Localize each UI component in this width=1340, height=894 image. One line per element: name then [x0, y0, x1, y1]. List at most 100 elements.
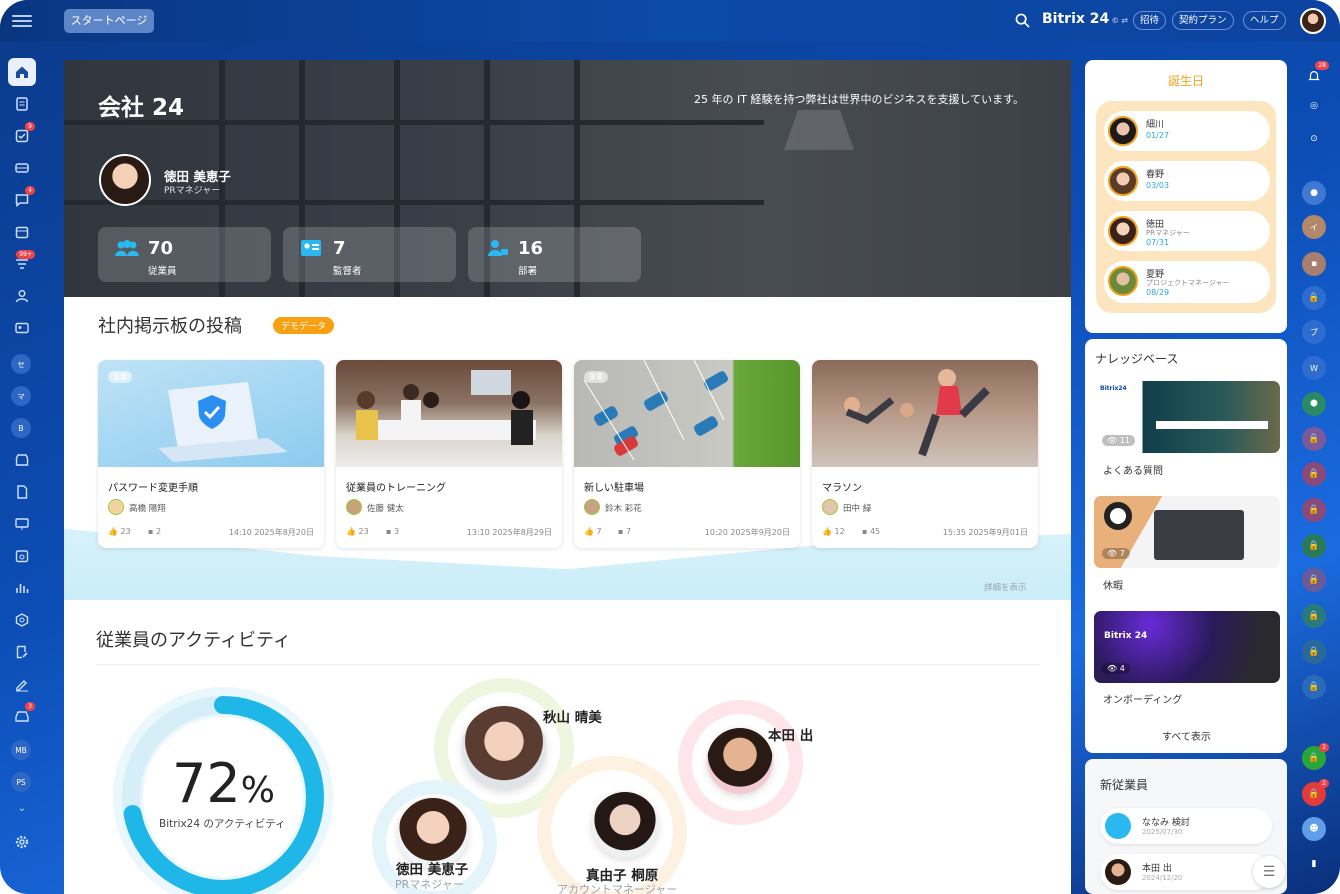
birthday-item[interactable]: 春野 03/03 [1104, 161, 1270, 201]
comment-count[interactable]: ▪ 3 [386, 527, 399, 536]
knowledge-item-label[interactable]: よくある質問 [1103, 462, 1163, 477]
post-title[interactable]: 従業員のトレーニング [346, 479, 446, 494]
like-count[interactable]: 👍 23 [108, 527, 131, 536]
document-icon[interactable] [8, 478, 36, 506]
post-author[interactable]: 佐藤 健太 [367, 502, 404, 514]
automation-icon[interactable] [8, 606, 36, 634]
like-count[interactable]: 👍 23 [346, 527, 369, 536]
help-button[interactable]: ヘルプ [1243, 11, 1286, 30]
knowledge-card-image[interactable]: Bitrix 24 👁 4 [1094, 611, 1280, 683]
employees-icon[interactable] [8, 282, 36, 310]
edit-doc-icon[interactable] [8, 638, 36, 666]
post-author[interactable]: 鈴木 彩花 [605, 502, 642, 514]
post-author[interactable]: 高橋 陽翔 [129, 502, 166, 514]
person-name[interactable]: 秋山 晴美 [543, 706, 602, 726]
analytics-icon[interactable] [8, 574, 36, 602]
spiral-icon[interactable]: ◎ [1302, 94, 1326, 118]
lock-icon[interactable]: 🔒 2 [1302, 743, 1329, 770]
post-card[interactable]: 従業員のトレーニング 佐藤 健太 👍 23 ▪ 3 13:10 2025年8月2… [336, 360, 562, 548]
like-count[interactable]: 👍 12 [822, 527, 845, 536]
post-title[interactable]: 新しい駐車場 [584, 479, 644, 494]
invite-button[interactable]: 招待 [1133, 11, 1167, 30]
start-page-button[interactable]: スタートページ [64, 9, 154, 33]
chevron-down-icon[interactable]: ⌄ [8, 800, 36, 816]
store-icon[interactable] [8, 446, 36, 474]
letter-avatar-i[interactable]: イ [1302, 215, 1326, 239]
search-icon[interactable] [1015, 13, 1030, 28]
group-b[interactable]: B [11, 418, 31, 438]
bell-icon[interactable]: 28 [1302, 61, 1329, 88]
lock-icon[interactable]: 🔒 [1302, 427, 1326, 451]
message-icon[interactable]: ⊙ [1302, 127, 1326, 151]
group-se[interactable]: セ [11, 354, 31, 374]
new-employee-item[interactable]: ななみ 検討 2025/07/30 [1100, 808, 1272, 844]
person-name[interactable]: 徳田 美恵子 [396, 858, 468, 878]
group-ma[interactable]: マ [11, 386, 31, 406]
square-avatar[interactable]: ▪ [1302, 252, 1326, 276]
menu-icon[interactable] [12, 12, 32, 28]
person-bubble[interactable] [592, 792, 658, 858]
home-icon[interactable] [8, 58, 36, 86]
birthday-item[interactable]: 徳田 PRマネジャー 07/31 [1104, 211, 1270, 251]
lock-icon[interactable]: 🔒 [1302, 640, 1326, 664]
contacts-icon[interactable] [8, 314, 36, 342]
person-name[interactable]: 本田 出 [768, 724, 813, 744]
show-all-link[interactable]: すべて表示 [1162, 728, 1211, 743]
post-author[interactable]: 田中 緑 [843, 502, 871, 514]
feed-icon[interactable] [8, 90, 36, 118]
letter-avatar-bu[interactable]: ブ [1302, 320, 1326, 344]
brand-logo[interactable]: Bitrix 24 © ⇄ [1042, 11, 1128, 27]
stat-departments[interactable]: 16 部署 [468, 227, 641, 282]
crm-icon[interactable] [8, 154, 36, 182]
person-avatar[interactable] [99, 154, 151, 206]
person-bubble[interactable] [462, 706, 546, 790]
knowledge-item-label[interactable]: オンボーディング [1103, 691, 1182, 706]
list-menu-icon[interactable]: ☰ [1253, 856, 1285, 888]
new-employee-item[interactable]: 本田 出 2024/12/20 [1100, 854, 1272, 890]
lock-icon[interactable]: 🔒 [1302, 568, 1326, 592]
birthday-item[interactable]: 夏野 プロジェクトマネージャー 08/29 [1104, 261, 1270, 303]
tasks-icon[interactable]: 9 [8, 122, 36, 150]
comment-count[interactable]: ▪ 2 [148, 527, 161, 536]
stream-icon[interactable]: 99+ [8, 250, 36, 278]
group-mb[interactable]: MB [11, 740, 31, 760]
chat-icon[interactable]: 4 [8, 186, 36, 214]
knowledge-card-image[interactable]: Bitrix24 👁 11 [1094, 381, 1280, 453]
show-more-link[interactable]: 詳細を表示 [984, 581, 1027, 593]
bookmark-icon[interactable]: ▮ [1302, 852, 1326, 876]
plan-button[interactable]: 契約プラン [1172, 11, 1234, 30]
gear-icon[interactable] [8, 828, 36, 856]
knowledge-card-image[interactable]: 👁 7 [1094, 496, 1280, 568]
lock-icon[interactable]: 🔒 [1302, 534, 1326, 558]
post-card[interactable]: 重要 新しい駐車場 鈴木 彩花 👍 7 ▪ 7 10:20 2025年9月20日 [574, 360, 800, 548]
post-card[interactable]: 重要 パスワード変更手順 高橋 陽翔 👍 23 ▪ 2 14:10 2025年8… [98, 360, 324, 548]
birthday-item[interactable]: 細川 01/27 [1104, 111, 1270, 151]
letter-avatar-w[interactable]: W [1302, 356, 1326, 380]
stat-employees[interactable]: 70 従業員 [98, 227, 271, 282]
inbox-icon[interactable]: 3 [8, 702, 36, 730]
comment-count[interactable]: ▪ 45 [862, 527, 880, 536]
group-ps[interactable]: PS [11, 772, 31, 792]
sign-icon[interactable] [8, 670, 36, 698]
support-avatar[interactable]: ☻ [1302, 817, 1326, 841]
presentation-icon[interactable] [8, 510, 36, 538]
schedule-icon[interactable] [8, 542, 36, 570]
lock-icon[interactable]: 🔒 [1302, 286, 1326, 310]
calendar-icon[interactable] [8, 218, 36, 246]
lock-icon[interactable]: 🔒 [1302, 675, 1326, 699]
knowledge-item-label[interactable]: 休暇 [1103, 577, 1123, 592]
like-count[interactable]: 👍 7 [584, 527, 602, 536]
lock-icon[interactable]: 🔒 [1302, 498, 1326, 522]
lock-icon[interactable]: 🔒 [1302, 604, 1326, 628]
person-bubble[interactable] [707, 728, 773, 794]
lock-icon[interactable]: 🔒 2 [1302, 779, 1329, 806]
post-title[interactable]: パスワード変更手順 [108, 479, 198, 494]
lock-icon[interactable]: 🔒 [1302, 462, 1326, 486]
stat-supervisors[interactable]: 7 監督者 [283, 227, 456, 282]
post-title[interactable]: マラソン [822, 479, 862, 494]
hex-avatar[interactable]: ⬢ [1302, 392, 1326, 416]
comment-count[interactable]: ▪ 7 [618, 527, 631, 536]
user-avatar[interactable] [1300, 8, 1326, 34]
group-avatar-1[interactable]: ● [1302, 181, 1326, 205]
post-card[interactable]: マラソン 田中 緑 👍 12 ▪ 45 15:35 2025年9月01日 [812, 360, 1038, 548]
